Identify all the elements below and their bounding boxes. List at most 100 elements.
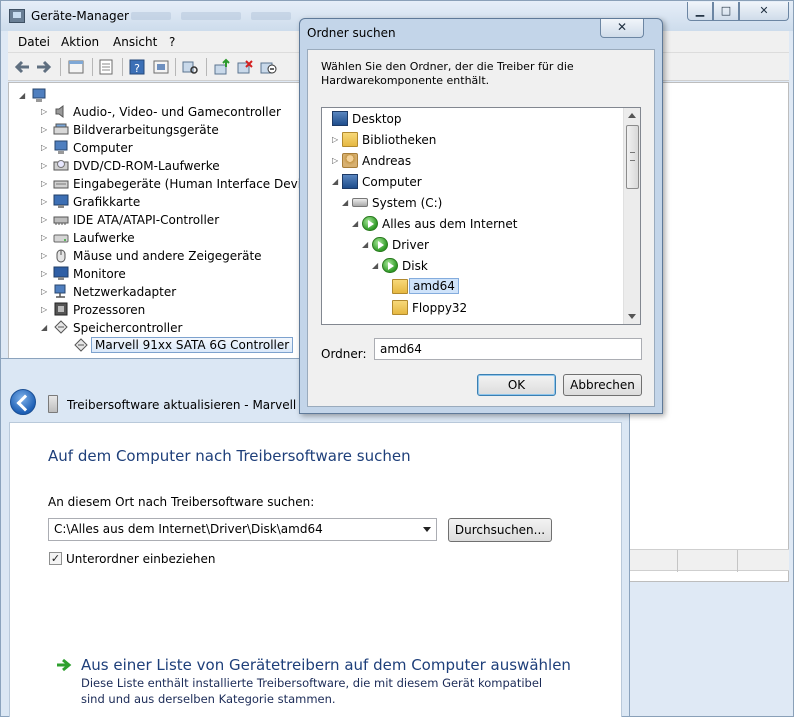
close-icon: ✕ (759, 4, 769, 17)
expand-icon[interactable]: ▷ (41, 215, 49, 225)
folder-icon (392, 279, 408, 294)
tree-item[interactable]: ▷ Prozessoren (41, 301, 341, 319)
wizard-title: Treibersoftware aktualisieren - Marvell … (67, 398, 317, 412)
expand-icon[interactable]: ▷ (41, 197, 49, 207)
back-arrow-icon[interactable] (12, 57, 32, 77)
close-button[interactable]: ✕ (739, 2, 789, 21)
menu-datei[interactable]: Datei (18, 35, 50, 49)
tree-item[interactable]: ▷ DVD/CD-ROM-Laufwerke (41, 157, 341, 175)
expand-icon[interactable]: ▷ (41, 233, 49, 243)
collapse-icon[interactable]: ◢ (19, 91, 27, 101)
green-arrow-icon[interactable] (56, 658, 72, 672)
menu-aktion[interactable]: Aktion (61, 35, 99, 49)
status-bar (627, 549, 789, 572)
optical-drive-icon (53, 160, 69, 171)
folder-item-amd64[interactable]: amd64 (382, 277, 612, 297)
dialog-title: Ordner suchen (307, 26, 396, 40)
tree-item[interactable]: ▷ Mäuse und andere Zeigegeräte (41, 247, 341, 265)
search-location-combobox[interactable]: C:\Alles aus dem Internet\Driver\Disk\am… (48, 518, 437, 541)
status-separator (737, 550, 738, 572)
folder-item-driver[interactable]: ◢ Driver (362, 235, 612, 255)
tree-item[interactable]: ▷ Netzwerkadapter (41, 283, 341, 301)
forward-arrow-icon[interactable] (34, 57, 54, 77)
mouse-icon (56, 249, 66, 263)
expand-icon[interactable]: ▷ (41, 269, 49, 279)
folder-item-libraries[interactable]: ▷ Bibliotheken (332, 130, 612, 150)
tree-item[interactable]: ▷ Eingabegeräte (Human Interface Devices… (41, 175, 341, 193)
menu-help[interactable]: ? (169, 35, 175, 49)
scroll-up-icon[interactable] (628, 113, 636, 118)
folder-item-desktop[interactable]: Desktop (330, 109, 610, 129)
tree-item[interactable]: ▷ Monitore (41, 265, 341, 283)
collapse-icon[interactable]: ◢ (41, 323, 49, 333)
computer-icon (342, 174, 358, 189)
view-list-icon[interactable] (96, 57, 116, 77)
folder-item-disk[interactable]: ◢ Disk (372, 256, 612, 276)
back-button[interactable] (10, 389, 36, 415)
expand-icon[interactable]: ▷ (41, 251, 49, 261)
folder-item-internet[interactable]: ◢ Alles aus dem Internet (352, 214, 612, 234)
tree-item[interactable]: ▷ Bildverarbeitungsgeräte (41, 121, 341, 139)
properties-icon[interactable] (66, 57, 86, 77)
maximize-button[interactable]: □ (713, 2, 739, 21)
expand-icon[interactable]: ▷ (332, 156, 340, 166)
uninstall-device-icon[interactable] (235, 57, 255, 77)
expand-icon[interactable]: ▷ (41, 179, 49, 189)
folder-item-system-drive[interactable]: ◢ System (C:) (342, 193, 612, 213)
tree-item[interactable]: ▷ Audio-, Video- und Gamecontroller (41, 103, 341, 121)
desktop-icon (332, 111, 348, 126)
scan-hardware-icon[interactable] (180, 57, 200, 77)
status-separator (677, 550, 678, 572)
include-subfolders-checkbox[interactable]: ✓ (49, 552, 62, 565)
collapse-icon[interactable]: ◢ (352, 219, 360, 229)
folder-label: Ordner: (321, 347, 367, 361)
tree-item[interactable]: ◢ Speichercontroller (41, 319, 341, 337)
tree-item[interactable]: ▷ IDE ATA/ATAPI-Controller (41, 211, 341, 229)
folder-item-user[interactable]: ▷ Andreas (332, 151, 612, 171)
tree-item-selected[interactable]: Marvell 91xx SATA 6G Controller (61, 337, 294, 355)
disable-device-icon[interactable] (258, 57, 278, 77)
expand-icon[interactable]: ▷ (41, 143, 49, 153)
collapse-icon[interactable]: ◢ (372, 261, 380, 271)
menu-ansicht[interactable]: Ansicht (113, 35, 157, 49)
expand-icon[interactable]: ▷ (41, 161, 49, 171)
expand-icon[interactable]: ▷ (41, 287, 49, 297)
minimize-button[interactable]: ▁ (687, 2, 713, 21)
collapse-icon[interactable]: ◢ (332, 177, 340, 187)
device-view-icon[interactable] (151, 57, 171, 77)
expand-icon[interactable]: ▷ (41, 107, 49, 117)
collapse-icon[interactable]: ◢ (362, 240, 370, 250)
tree-item[interactable]: ▷ Computer (41, 139, 341, 157)
scroll-down-icon[interactable] (628, 314, 636, 319)
pick-from-list-link[interactable]: Aus einer Liste von Gerätetreibern auf d… (81, 656, 571, 674)
taskbar-ghost-3 (251, 12, 291, 20)
dialog-description: Wählen Sie den Ordner, der die Treiber f… (321, 60, 574, 87)
folder-tree-scrollbar[interactable] (623, 108, 640, 324)
folder-input[interactable]: amd64 (374, 338, 642, 360)
toolbar-separator (175, 58, 176, 76)
include-subfolders-label[interactable]: Unterordner einbeziehen (66, 552, 216, 566)
expand-icon[interactable]: ▷ (332, 135, 340, 145)
maximize-icon: □ (720, 4, 732, 17)
folder-item-floppy32[interactable]: Floppy32 (382, 298, 612, 318)
expand-icon[interactable]: ▷ (41, 305, 49, 315)
pick-from-list-description: Diese Liste enthält installierte Treiber… (81, 676, 543, 706)
ok-button[interactable]: OK (477, 374, 556, 396)
folder-item-computer[interactable]: ◢ Computer (332, 172, 612, 192)
cancel-button[interactable]: Abbrechen (563, 374, 642, 396)
update-driver-icon[interactable] (212, 57, 232, 77)
help-icon[interactable]: ? (127, 57, 147, 77)
device-manager-title: Geräte-Manager (31, 9, 129, 23)
expand-icon[interactable]: ▷ (41, 125, 49, 135)
tree-item[interactable]: ▷ Grafikkarte (41, 193, 341, 211)
storage-controller-icon (74, 338, 88, 352)
close-icon: ✕ (616, 20, 628, 34)
dialog-close-button[interactable]: ✕ (600, 19, 644, 38)
chevron-down-icon[interactable] (418, 518, 437, 541)
tree-item[interactable]: ▷ Laufwerke (41, 229, 341, 247)
collapse-icon[interactable]: ◢ (342, 198, 350, 208)
browse-button[interactable]: Durchsuchen... (448, 518, 552, 542)
scroll-thumb[interactable] (626, 125, 639, 189)
green-folder-icon (382, 258, 398, 273)
dialog-client: Wählen Sie den Ordner, der die Treiber f… (307, 49, 655, 407)
